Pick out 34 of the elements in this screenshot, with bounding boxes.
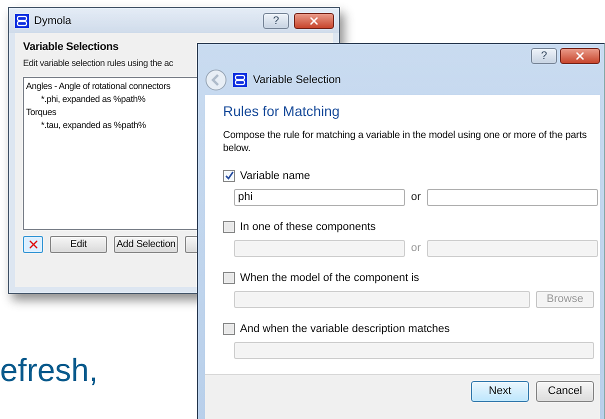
help-button[interactable]: ? [263,12,289,28]
close-icon [26,238,40,251]
rule-item[interactable]: Angles - Angle of rotational connectors [26,80,170,93]
close-button[interactable] [294,12,334,28]
delete-button[interactable] [23,236,43,253]
section-heading: Variable Selections [23,41,120,53]
dialog-button[interactable]: Next [471,380,529,402]
checkbox[interactable] [223,220,235,232]
dialog-button[interactable]: Cancel [536,380,594,402]
app-icon [15,14,29,28]
rule-item[interactable]: *.tau, expanded as %path% [26,119,146,132]
checkbox-label: And when the variable description matches [240,322,450,334]
page-heading: Rules for Matching [223,102,341,120]
or-label: or [411,191,421,203]
background-text: efresh, [0,352,98,389]
action-button[interactable]: Edit [50,236,107,253]
text-field[interactable] [426,188,598,206]
checkbox[interactable] [223,170,235,182]
checkbox[interactable] [223,272,235,284]
action-button[interactable]: Add Selection [114,236,178,253]
rule-item[interactable]: Torques [26,106,56,119]
app-icon [233,72,247,87]
rule-item[interactable]: *.phi, expanded as %path% [26,93,146,106]
window-title: Dymola [34,14,72,26]
close-icon [308,14,320,26]
text-field[interactable]: phi [234,188,405,206]
or-label: or [411,242,421,254]
close-icon [574,50,586,62]
checkbox[interactable] [223,322,235,334]
checkbox-label: Variable name [240,170,310,182]
checkbox-label: When the model of the component is [240,272,420,284]
description-text: Edit variable selection rules using the ac [23,58,174,68]
help-button[interactable]: ? [531,48,557,64]
close-button[interactable] [560,48,600,64]
